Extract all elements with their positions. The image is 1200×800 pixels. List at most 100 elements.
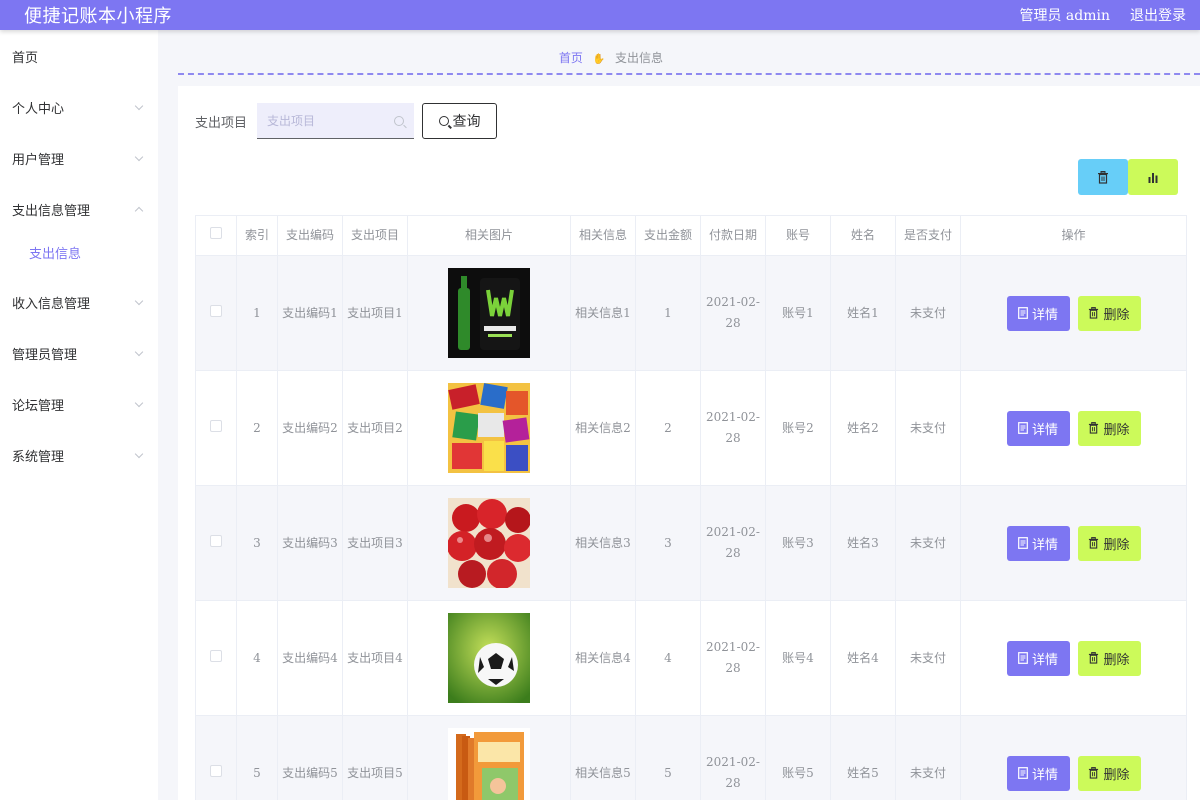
row-actions: 详情 删除 <box>961 640 1186 676</box>
product-image-snack-pile <box>448 383 530 473</box>
cell-actions: 详情 删除 <box>960 600 1187 716</box>
sidebar-item-label: 系统管理 <box>12 450 65 465</box>
row-select-cell <box>195 255 237 371</box>
document-icon <box>1018 537 1028 549</box>
bulk-delete-button[interactable] <box>1078 159 1128 195</box>
cell-name: 姓名5 <box>830 715 896 800</box>
sidebar-item-income-management[interactable]: 收入信息管理 <box>0 277 158 328</box>
cell-index: 5 <box>236 715 278 800</box>
column-header: 索引 <box>236 215 278 256</box>
detail-button-label: 详情 <box>1031 766 1058 782</box>
cell-paid-status: 未支付 <box>895 715 961 800</box>
query-button[interactable]: 查询 <box>422 103 498 139</box>
delete-button[interactable]: 删除 <box>1077 410 1141 446</box>
delete-button-label: 删除 <box>1103 766 1130 782</box>
expense-table: 索引 支出编码 支出项目 相关图片 相关信息 支出金额 付款日期 账号 姓名 是… <box>195 215 1187 800</box>
sidebar-item-admin-management[interactable]: 管理员管理 <box>0 328 158 379</box>
cell-code: 支出编码3 <box>277 485 343 601</box>
delete-button[interactable]: 删除 <box>1077 525 1141 561</box>
product-image-energy-drink-can <box>448 268 530 358</box>
sidebar-item-label: 用户管理 <box>12 153 65 168</box>
table-row: 5 支出编码5 支出项目5 相关信息5 5 2021-02-28 账号5 姓名5… <box>195 715 1187 800</box>
cell-paid-status: 未支付 <box>895 255 961 371</box>
column-header: 相关图片 <box>407 215 571 256</box>
row-select-cell <box>195 715 237 800</box>
detail-button[interactable]: 详情 <box>1006 295 1070 331</box>
sidebar-item-personal-center[interactable]: 个人中心 <box>0 82 158 133</box>
select-all-checkbox[interactable] <box>210 227 222 239</box>
chevron-down-icon <box>134 296 144 305</box>
cell-name: 姓名4 <box>830 600 896 716</box>
sidebar-item-expense-management[interactable]: 支出信息管理 <box>0 184 158 235</box>
chevron-down-icon <box>134 398 144 407</box>
row-checkbox[interactable] <box>210 304 222 317</box>
delete-button[interactable]: 删除 <box>1077 295 1141 331</box>
app-title: 便捷记账本小程序 <box>24 6 172 27</box>
delete-button[interactable]: 删除 <box>1077 640 1141 676</box>
detail-button-label: 详情 <box>1031 651 1058 667</box>
search-icon <box>394 115 405 126</box>
breadcrumb: 首页 ✋ 支出信息 <box>158 49 1064 66</box>
row-checkbox[interactable] <box>210 419 222 432</box>
sidebar-item-system-management[interactable]: 系统管理 <box>0 430 158 481</box>
cell-account: 账号5 <box>765 715 831 800</box>
cell-account: 账号2 <box>765 370 831 486</box>
sidebar-item-label: 收入信息管理 <box>12 297 91 312</box>
cell-actions: 详情 删除 <box>960 715 1187 800</box>
cell-item: 支出项目3 <box>342 485 408 601</box>
cell-item: 支出项目4 <box>342 600 408 716</box>
sidebar-item-home[interactable]: 首页 <box>0 30 158 82</box>
product-image-soccer-ball <box>448 613 530 703</box>
chevron-down-icon <box>134 347 144 356</box>
detail-button[interactable]: 详情 <box>1006 410 1070 446</box>
cell-info: 相关信息2 <box>570 370 636 486</box>
cell-index: 4 <box>236 600 278 716</box>
cell-index: 3 <box>236 485 278 601</box>
cell-info: 相关信息5 <box>570 715 636 800</box>
column-header: 是否支付 <box>895 215 961 256</box>
sidebar-subitem-expense-info[interactable]: 支出信息 <box>0 231 158 273</box>
cell-info: 相关信息4 <box>570 600 636 716</box>
row-checkbox[interactable] <box>210 649 222 662</box>
cell-date: 2021-02-28 <box>700 370 766 486</box>
delete-button[interactable]: 删除 <box>1077 755 1141 791</box>
sidebar-item-label: 管理员管理 <box>12 348 78 363</box>
current-user-label: 管理员 admin <box>1019 8 1110 24</box>
logout-link[interactable]: 退出登录 <box>1130 5 1186 25</box>
detail-button[interactable]: 详情 <box>1006 640 1070 676</box>
sidebar-item-forum-management[interactable]: 论坛管理 <box>0 379 158 430</box>
cell-name: 姓名2 <box>830 370 896 486</box>
row-actions: 详情 删除 <box>961 525 1186 561</box>
row-actions: 详情 删除 <box>961 410 1186 446</box>
cell-account: 账号4 <box>765 600 831 716</box>
cell-paid-status: 未支付 <box>895 600 961 716</box>
cell-image <box>407 600 571 716</box>
sidebar-item-user-management[interactable]: 用户管理 <box>0 133 158 184</box>
trash-icon <box>1089 422 1099 434</box>
cell-actions: 详情 删除 <box>960 370 1187 486</box>
detail-button[interactable]: 详情 <box>1006 755 1070 791</box>
breadcrumb-home[interactable]: 首页 <box>559 51 583 65</box>
cell-date: 2021-02-28 <box>700 600 766 716</box>
search-input[interactable] <box>267 113 378 128</box>
breadcrumb-separator-icon: ✋ <box>592 54 606 65</box>
statistics-chart-button[interactable] <box>1128 159 1178 195</box>
search-box <box>257 103 415 139</box>
cell-actions: 详情 删除 <box>960 485 1187 601</box>
content-panel: 支出项目 查询 <box>178 86 1200 800</box>
trash-icon <box>1089 767 1099 779</box>
document-icon <box>1018 307 1028 319</box>
row-checkbox[interactable] <box>210 534 222 547</box>
detail-button[interactable]: 详情 <box>1006 525 1070 561</box>
cell-image <box>407 485 571 601</box>
cell-paid-status: 未支付 <box>895 485 961 601</box>
row-checkbox[interactable] <box>210 764 222 777</box>
cell-image <box>407 255 571 371</box>
sidebar-item-label: 论坛管理 <box>12 399 65 414</box>
cell-amount: 5 <box>635 715 701 800</box>
breadcrumb-current: 支出信息 <box>615 51 664 65</box>
detail-button-label: 详情 <box>1031 306 1058 322</box>
cell-index: 1 <box>236 255 278 371</box>
cell-code: 支出编码1 <box>277 255 343 371</box>
delete-button-label: 删除 <box>1103 306 1130 322</box>
